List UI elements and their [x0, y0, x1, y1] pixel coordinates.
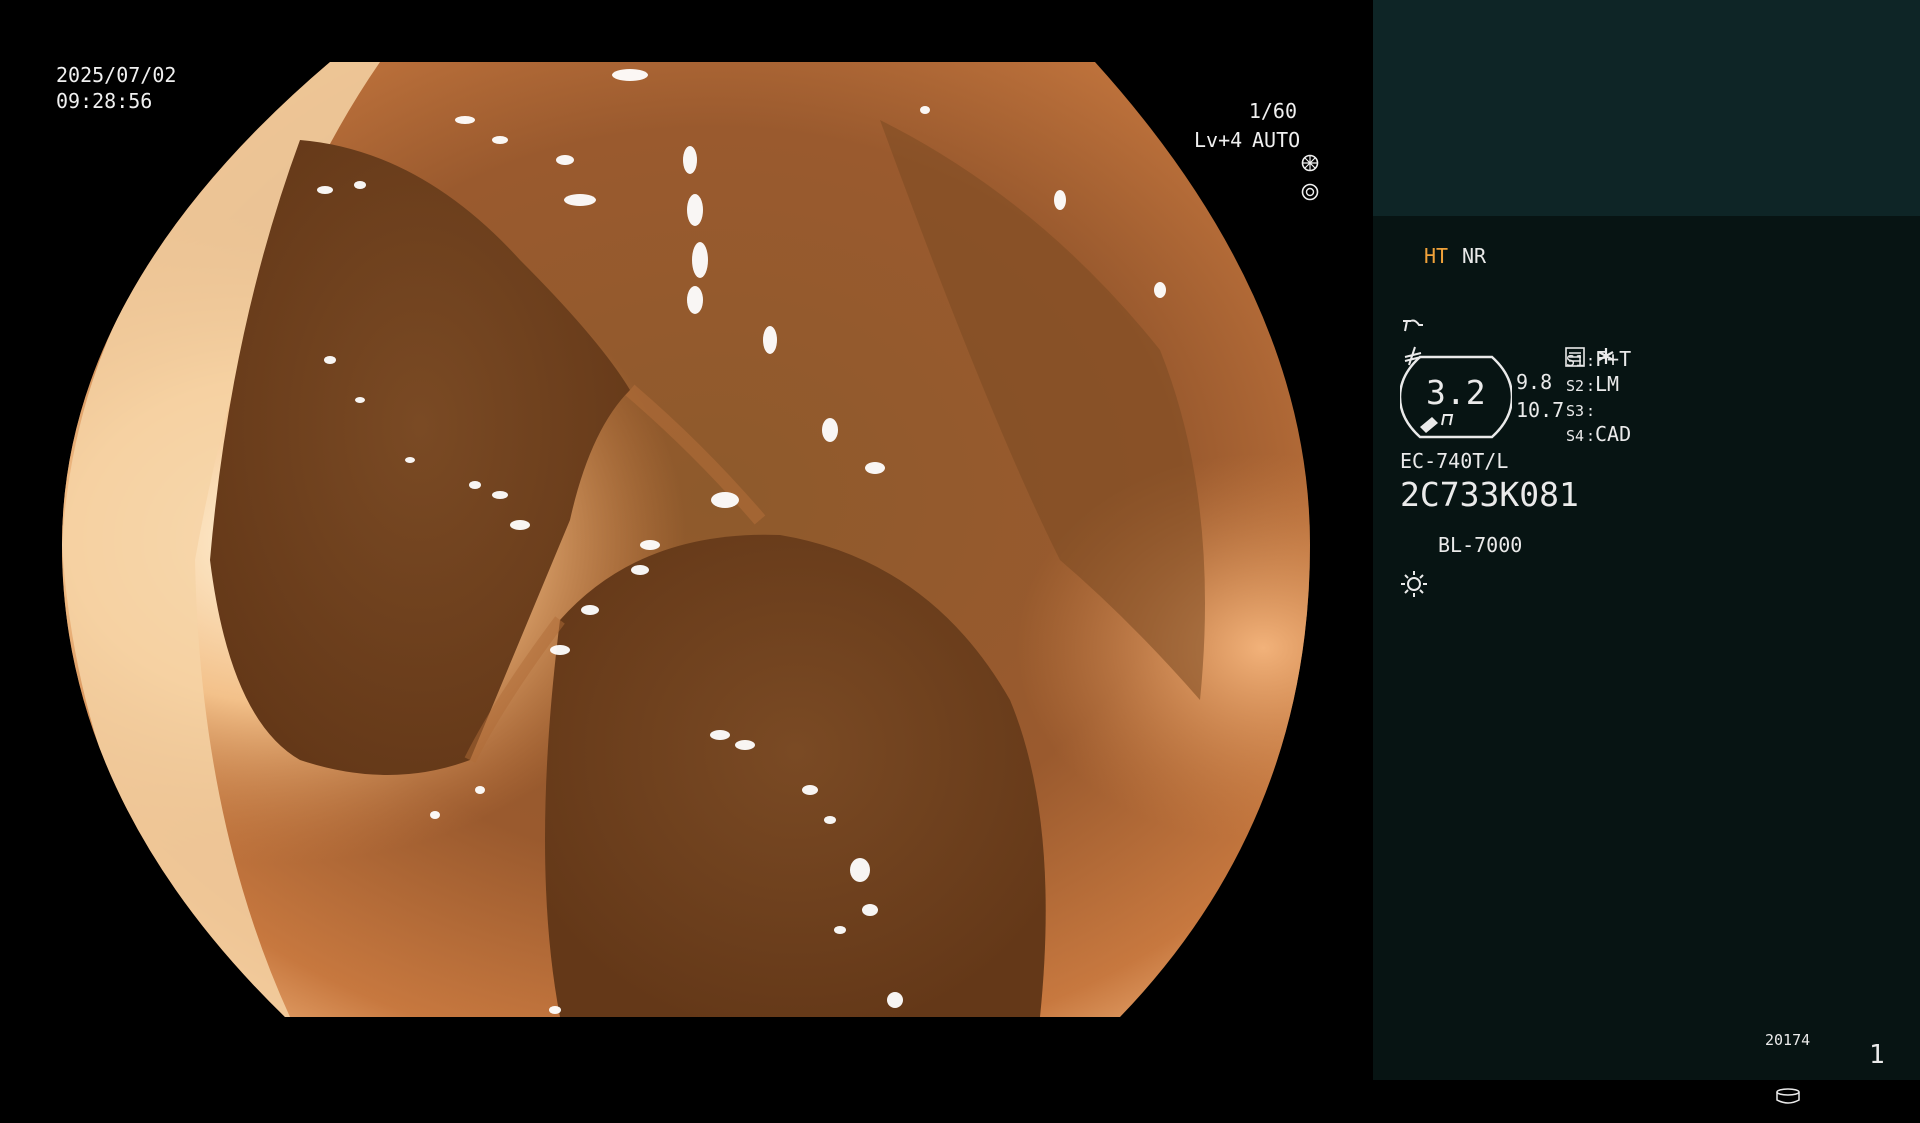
- level-label: Lv+4: [1194, 128, 1243, 152]
- value-b: 10.7: [1516, 398, 1565, 422]
- light-source: BL-7000: [1438, 533, 1523, 557]
- switch-2-sep: :: [1586, 377, 1596, 395]
- iris-icon: [1301, 131, 1349, 253]
- iris-mode-label: AUTO: [1252, 128, 1301, 152]
- date-label: 2025/07/02: [56, 63, 177, 87]
- scope-serial: 2C733K081: [1400, 475, 1579, 514]
- time-label: 09:28:56: [56, 89, 153, 113]
- value-a: 9.8: [1516, 370, 1553, 394]
- switch-4-sep: :: [1586, 427, 1596, 445]
- switch-4-value: CAD: [1595, 422, 1632, 446]
- menu-icon: [1565, 309, 1585, 386]
- switch-1-value: F+T: [1595, 347, 1632, 371]
- shutter-label: 1/60: [1248, 99, 1297, 123]
- endoscopic-image: [62, 62, 1310, 1017]
- light-icon: [1400, 532, 1428, 617]
- page-index: 1: [1869, 1040, 1885, 1070]
- zoom-value: 3.2: [1426, 373, 1486, 412]
- switch-1-sep: :: [1586, 352, 1596, 370]
- switch-1-key: S1: [1566, 352, 1585, 370]
- switch-2-value: LM: [1595, 372, 1620, 396]
- storage-icon: [1775, 1050, 1801, 1123]
- panel-header-area: [1373, 0, 1920, 216]
- nr-mode-label: NR: [1462, 244, 1487, 268]
- storage-count: 20174: [1765, 1031, 1811, 1049]
- switch-4-key: S4: [1566, 427, 1585, 445]
- switch-2-key: S2: [1566, 377, 1585, 395]
- scope-model: EC-740T/L: [1400, 449, 1509, 473]
- endoscope-video-area: 2025/07/02 09:28:56 1/60 Lv+4 AUTO: [0, 0, 1373, 1080]
- switch-3-sep: :: [1586, 402, 1596, 420]
- switch-3-key: S3: [1566, 402, 1585, 420]
- ht-mode-label: HT: [1424, 244, 1449, 268]
